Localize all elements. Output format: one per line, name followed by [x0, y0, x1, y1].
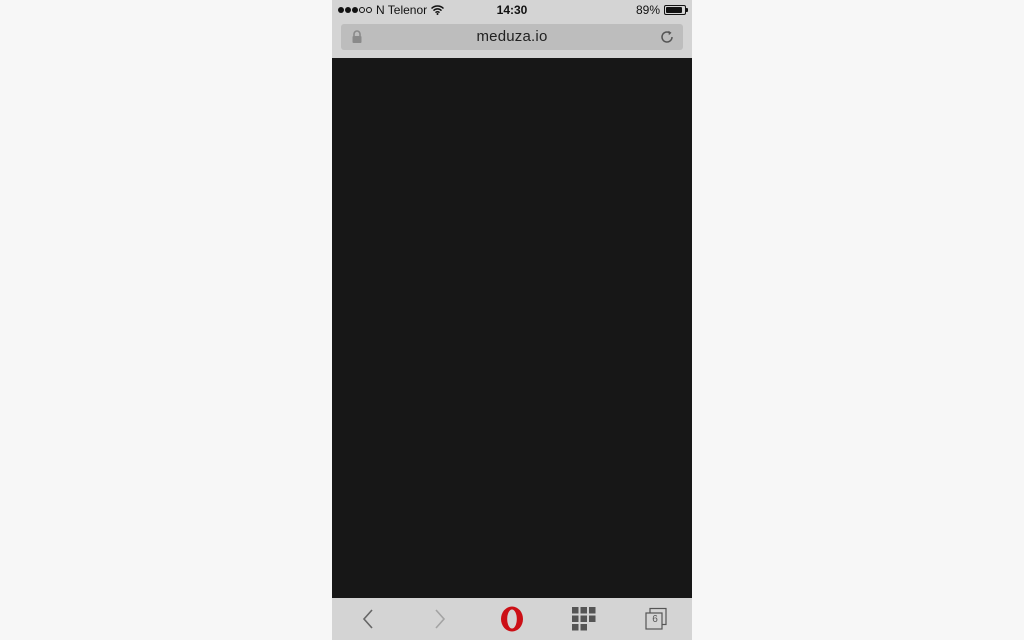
reload-icon[interactable]	[659, 29, 675, 45]
url-text[interactable]: meduza.io	[341, 28, 683, 45]
forward-button[interactable]	[420, 598, 460, 640]
tabs-count: 6	[652, 614, 658, 625]
status-right: 89%	[635, 3, 688, 17]
battery-icon	[664, 5, 688, 15]
bottom-toolbar: 6	[332, 598, 692, 640]
opera-menu-button[interactable]	[492, 598, 532, 640]
chevron-left-icon	[362, 609, 373, 629]
status-bar: N Telenor 14:30 89%	[332, 0, 692, 20]
phone-screen: N Telenor 14:30 89% meduza.io 6	[332, 0, 692, 640]
address-bar[interactable]: meduza.io	[341, 24, 683, 50]
grid-icon	[572, 607, 596, 631]
speed-dial-button[interactable]	[564, 598, 604, 640]
battery-percent: 89%	[635, 3, 660, 17]
web-content[interactable]	[332, 58, 692, 598]
opera-logo-icon	[501, 606, 523, 632]
battery-fill	[666, 7, 682, 13]
chevron-right-icon	[435, 609, 446, 629]
tabs-button[interactable]: 6	[636, 598, 676, 640]
battery-nub	[686, 8, 688, 12]
back-button[interactable]	[348, 598, 388, 640]
